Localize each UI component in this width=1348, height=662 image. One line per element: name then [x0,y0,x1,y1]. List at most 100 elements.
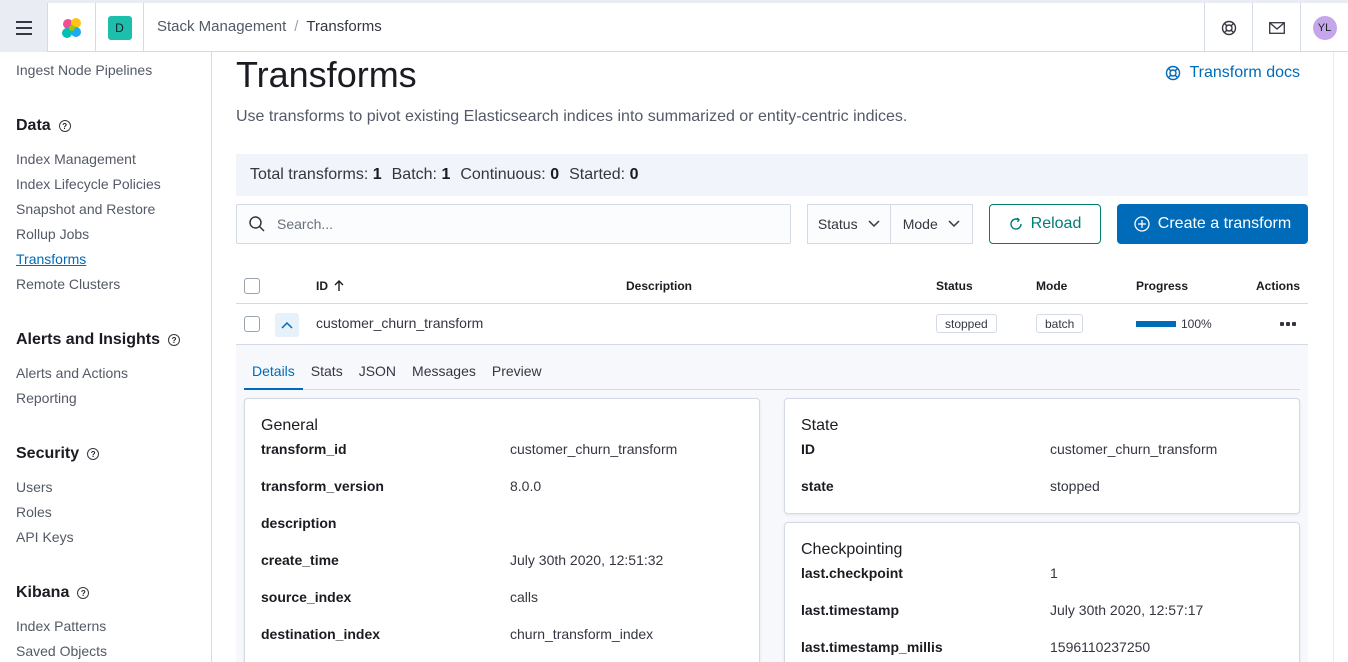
avatar: YL [1312,15,1337,40]
column-header-mode: Mode [1036,279,1068,293]
sidebar-item-remote-clusters[interactable]: Remote Clusters [16,276,120,292]
checkpointing-value: July 30th 2020, 12:57:17 [1050,602,1204,618]
checkpointing-key: last.timestamp_millis [801,639,943,655]
sidebar-item-transforms[interactable]: Transforms [16,251,86,267]
state-panel: State ID customer_churn_transform state … [784,398,1300,514]
column-header-progress: Progress [1136,279,1189,293]
search-input[interactable] [277,216,757,232]
question-icon[interactable]: ? [87,448,100,460]
select-all-checkbox[interactable] [244,278,260,294]
sidebar-item-index-lifecycle-policies[interactable]: Index Lifecycle Policies [16,176,161,192]
sidebar-item-index-management[interactable]: Index Management [16,151,136,167]
sidebar-group-title: Alerts and Insights [16,331,161,348]
sidebar-item-alerts-and-actions[interactable]: Alerts and Actions [16,365,128,381]
table-header-divider [236,303,1308,304]
breadcrumb-transforms: Transforms [306,18,382,35]
filter-group: Status Mode [807,204,973,244]
general-key: description [261,515,337,531]
sidebar-group-title: Kibana [16,584,70,601]
tab-stats[interactable]: Stats [303,352,351,390]
help-lifebuoy-icon [1221,20,1236,35]
menu-icon [15,20,32,23]
row-actions-button[interactable] [1280,322,1296,326]
chevron-down-icon [868,220,880,228]
mail-icon [1268,21,1285,34]
menu-toggle-button[interactable] [0,3,48,52]
tab-preview[interactable]: Preview [484,352,550,390]
question-icon[interactable]: ? [168,334,181,346]
page-description: Use transforms to pivot existing Elastic… [236,108,908,125]
sidebar-group-data: Data ? [16,117,71,135]
tab-details[interactable]: Details [244,352,303,390]
sidebar-item-index-patterns[interactable]: Index Patterns [16,618,106,634]
breadcrumb-stack-management[interactable]: Stack Management [157,18,286,35]
sidebar-group-title: Data [16,117,51,134]
sidebar-item-users[interactable]: Users [16,479,53,495]
sidebar-item-api-keys[interactable]: API Keys [16,529,74,545]
column-header-description: Description [626,279,693,293]
space-selector[interactable]: D [96,3,144,52]
general-value: July 30th 2020, 12:51:32 [510,552,664,568]
header-actions: YL [1204,3,1348,52]
stat-total: Total transforms: 1 [250,166,382,183]
column-header-id[interactable]: ID [316,279,344,293]
chevron-down-icon [948,220,960,228]
plus-in-circle-icon [1134,216,1150,232]
checkpointing-panel-title: Checkpointing [801,541,903,558]
progress-label: 100% [1181,317,1212,331]
breadcrumb: Stack Management / Transforms [157,18,382,35]
question-icon[interactable]: ? [77,587,90,599]
refresh-icon [1009,217,1022,230]
column-header-status: Status [936,279,973,293]
status-badge: stopped [936,314,997,333]
checkpointing-value: 1 [1050,565,1058,581]
sidebar-group-alerts-and-insights: Alerts and Insights ? [16,331,181,349]
state-key: ID [801,441,815,457]
elastic-logo[interactable] [48,3,96,52]
sidebar-item-ingest-node-pipelines[interactable]: Ingest Node Pipelines [16,62,152,78]
general-key: create_time [261,552,339,568]
general-key: destination_index [261,626,381,642]
reload-button[interactable]: Reload [989,204,1101,244]
transform-stats-bar: Total transforms: 1 Batch: 1 Continuous:… [236,154,1308,196]
sidebar-item-roles[interactable]: Roles [16,504,52,520]
transform-docs-link[interactable]: Transform docs [1165,64,1300,82]
help-button[interactable] [1204,3,1252,52]
state-key: state [801,478,834,494]
sidebar-item-snapshot-and-restore[interactable]: Snapshot and Restore [16,201,155,217]
sidebar-group-kibana: Kibana ? [16,584,90,602]
general-value: 8.0.0 [510,478,542,494]
tab-messages[interactable]: Messages [404,352,484,390]
page-scrollbar[interactable] [1333,52,1348,662]
create-transform-button[interactable]: Create a transform [1117,204,1308,244]
general-key: transform_id [261,441,347,457]
chevron-up-icon [281,321,293,329]
sidebar-item-reporting[interactable]: Reporting [16,390,77,406]
status-filter-button[interactable]: Status [808,205,890,243]
question-icon[interactable]: ? [58,120,71,132]
checkpointing-panel: Checkpointing last.checkpoint 1 last.tim… [784,522,1300,662]
newsfeed-button[interactable] [1252,3,1300,52]
mode-filter-label: Mode [902,216,938,232]
general-value: calls [510,589,539,605]
main-content: Transforms Transform docs Use transforms… [212,52,1333,662]
status-filter-label: Status [817,216,858,232]
stat-continuous: Continuous: 0 [460,166,560,183]
checkpointing-key: last.checkpoint [801,565,903,581]
tab-json[interactable]: JSON [351,352,404,390]
mode-filter-button[interactable]: Mode [889,205,973,243]
user-menu-button[interactable]: YL [1300,3,1348,52]
more-icon [1280,322,1284,326]
elastic-logo-icon [62,18,81,38]
breadcrumb-separator: / [294,18,299,35]
general-value: customer_churn_transform [510,441,678,457]
row-collapse-button[interactable] [275,313,299,337]
sidebar-item-saved-objects[interactable]: Saved Objects [16,643,107,659]
details-tabs: Details Stats JSON Messages Preview [244,352,1300,390]
sidebar-item-rollup-jobs[interactable]: Rollup Jobs [16,226,89,242]
row-checkbox[interactable] [244,316,260,332]
stat-batch: Batch: 1 [391,166,451,183]
search-field [236,204,791,244]
checkpointing-value: 1596110237250 [1050,639,1151,655]
create-transform-label: Create a transform [1157,215,1292,232]
